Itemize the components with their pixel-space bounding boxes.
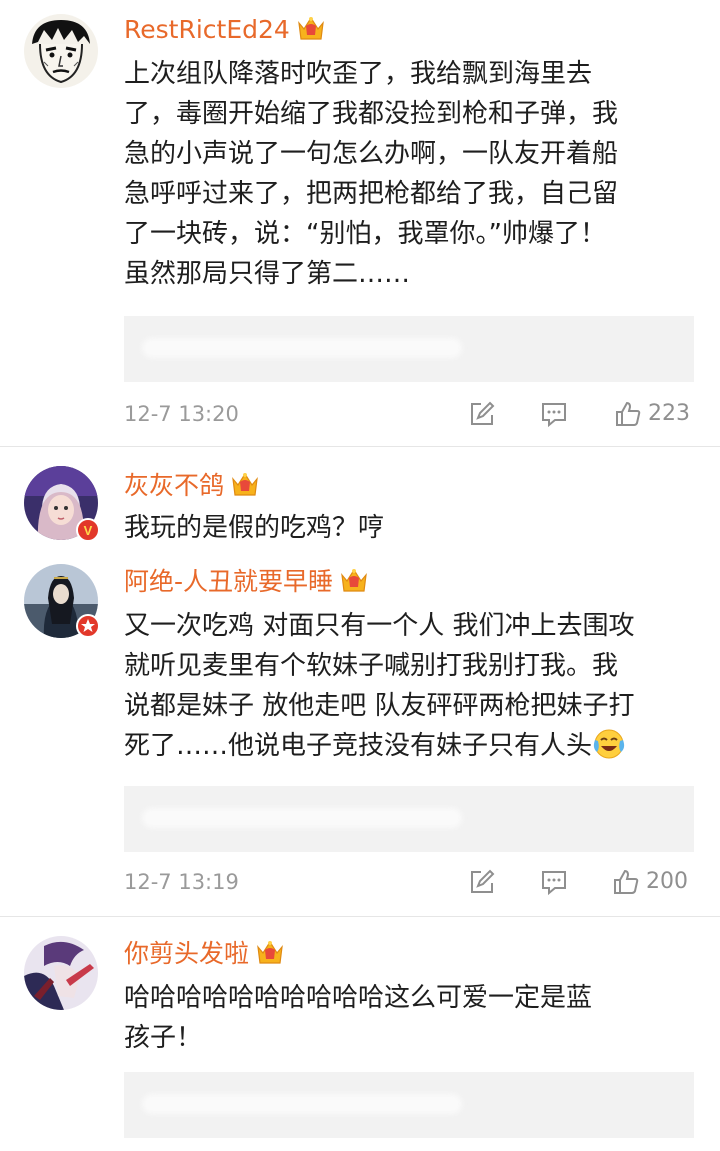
vip-crown-icon <box>255 938 285 973</box>
username[interactable]: RestRictEd24 <box>124 14 326 49</box>
blurred-reply-text <box>142 1094 462 1114</box>
verified-badge: V <box>76 518 100 542</box>
divider <box>0 916 720 917</box>
verified-star-icon <box>81 619 95 632</box>
comment-text: 哈哈哈哈哈哈哈哈哈哈这么可爱一定是蓝 孩子！ <box>124 983 593 1053</box>
blurred-reply-text <box>142 338 462 358</box>
comment-icon <box>542 871 566 896</box>
comment-icon <box>542 403 566 428</box>
vip-crown-icon <box>230 470 260 505</box>
username[interactable]: 灰灰不鸽 <box>124 470 260 505</box>
comment-text: 上次组队降落时吹歪了，我给飘到海里去 了，毒圈开始缩了我都没捡到枪和子弹，我 急… <box>124 59 619 289</box>
comment-text: 又一次吃鸡 对面只有一个人 我们冲上去围攻 就听见麦里有个软妹子喊别打我别打我。… <box>124 606 704 772</box>
verified-badge <box>76 614 100 638</box>
comment-text: 我玩的是假的吃鸡？哼 <box>124 513 385 543</box>
repost-button[interactable] <box>468 398 496 430</box>
verified-v-icon: V <box>84 523 93 538</box>
vip-crown-icon <box>339 566 369 601</box>
manga-face-avatar-icon <box>24 14 98 88</box>
svg-text:V: V <box>84 523 93 538</box>
reply-button[interactable] <box>540 398 568 430</box>
divider <box>0 446 720 447</box>
thumbs-up-icon <box>616 401 641 426</box>
comment-meta: 12-7 13:20 223 <box>124 398 696 430</box>
thumbs-up-icon <box>614 869 639 894</box>
timestamp: 12-7 13:19 <box>124 870 239 894</box>
repost-icon <box>471 869 495 893</box>
reply-preview[interactable] <box>124 316 694 382</box>
laughing-crying-emoji <box>592 728 626 772</box>
like-count: 223 <box>648 401 690 426</box>
username[interactable]: 阿绝-人丑就要早睡 <box>124 566 369 601</box>
like-button[interactable]: 200 <box>612 866 688 898</box>
repost-button[interactable] <box>468 866 496 898</box>
username[interactable]: 你剪头发啦 <box>124 938 285 973</box>
comment-meta: 12-7 13:19 200 <box>124 866 696 898</box>
reply-button[interactable] <box>540 866 568 898</box>
blurred-reply-text <box>142 808 462 828</box>
repost-icon <box>471 401 495 425</box>
reply-preview[interactable] <box>124 1072 694 1138</box>
avatar[interactable] <box>24 936 98 1010</box>
avatar[interactable] <box>24 14 98 88</box>
anime-character-avatar-icon <box>24 936 98 1010</box>
vip-crown-icon <box>296 14 326 49</box>
like-button[interactable]: 223 <box>614 398 690 430</box>
reply-preview[interactable] <box>124 786 694 852</box>
like-count: 200 <box>646 869 688 894</box>
timestamp: 12-7 13:20 <box>124 402 239 426</box>
